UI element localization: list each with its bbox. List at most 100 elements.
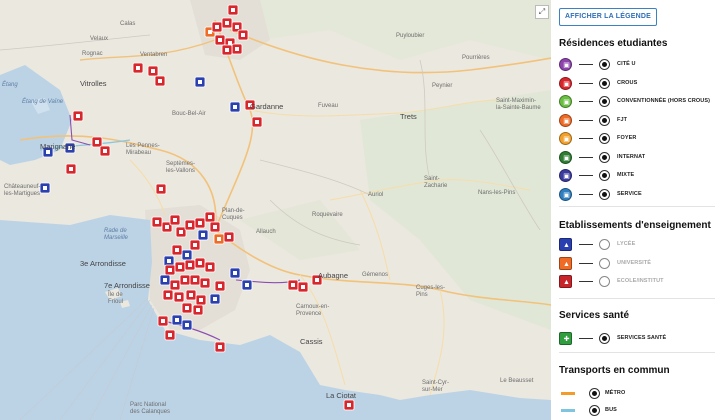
map-marker-icon[interactable] [162, 289, 174, 301]
map-marker-icon[interactable] [181, 319, 193, 331]
map-marker-icon[interactable] [174, 261, 186, 273]
legend-row-lyc-e[interactable]: ▲ LYCÉE [559, 238, 719, 252]
map-marker-icon[interactable] [157, 315, 169, 327]
layer-toggle-radio[interactable] [599, 333, 610, 344]
map-marker-icon[interactable] [214, 341, 226, 353]
building-icon: ▣ [559, 132, 572, 145]
layer-toggle-radio[interactable] [599, 170, 610, 181]
legend-row-internat[interactable]: ▣ INTERNAT [559, 150, 719, 165]
map-marker-icon[interactable] [287, 279, 299, 291]
layer-toggle-radio[interactable] [599, 239, 610, 250]
map-marker-icon[interactable] [221, 17, 233, 29]
legend-row-crous[interactable]: ▣ CROUS [559, 76, 719, 91]
legend-row-foyer[interactable]: ▣ FOYER [559, 132, 719, 146]
map-marker-icon[interactable] [154, 75, 166, 87]
map-marker-icon[interactable] [297, 281, 309, 293]
map-marker-icon[interactable] [204, 211, 216, 223]
map-marker-icon[interactable] [155, 183, 167, 195]
layer-toggle-radio[interactable] [599, 151, 610, 163]
layer-toggle-radio[interactable] [599, 96, 610, 107]
map-marker-icon[interactable] [184, 259, 196, 271]
legend-panel: AFFICHER LA LÉGENDE Résidences etudiante… [551, 0, 721, 420]
map-marker-icon[interactable] [195, 294, 207, 306]
map-marker-icon[interactable] [204, 261, 216, 273]
map-marker-icon[interactable] [159, 274, 171, 286]
legend-row-ecole-institut[interactable]: ▲ ECOLE/INSTITUT [559, 275, 719, 289]
map-marker-icon[interactable] [197, 229, 209, 241]
map-marker-icon[interactable] [173, 291, 185, 303]
map-base-layer[interactable] [0, 0, 551, 420]
legend-row-mixte[interactable]: ▣ MIXTE [559, 169, 719, 183]
map-marker-icon[interactable] [171, 244, 183, 256]
sante-title: Services santé [559, 310, 630, 321]
map-marker-icon[interactable] [221, 44, 233, 56]
layer-toggle-radio[interactable] [599, 133, 610, 144]
map-marker-icon[interactable] [343, 399, 355, 411]
map-marker-icon[interactable] [169, 279, 181, 291]
layer-toggle-radio[interactable] [599, 257, 610, 269]
map-marker-icon[interactable] [163, 255, 175, 267]
map-marker-icon[interactable] [189, 239, 201, 251]
map-marker-icon[interactable] [181, 249, 193, 261]
map-marker-icon[interactable] [194, 76, 206, 88]
legend-row-universit-[interactable]: ▲ UNIVERSITÉ [559, 256, 719, 271]
layer-toggle-radio[interactable] [599, 276, 610, 287]
legend-row-bus[interactable]: BUS [559, 404, 719, 418]
map-marker-icon[interactable] [99, 145, 111, 157]
map-marker-icon[interactable] [171, 314, 183, 326]
layer-toggle-radio[interactable] [599, 59, 610, 70]
layer-toggle-radio[interactable] [599, 114, 610, 126]
map-marker-icon[interactable] [185, 289, 197, 301]
map-marker-icon[interactable] [251, 116, 263, 128]
map-marker-icon[interactable] [194, 257, 206, 269]
layer-toggle-radio[interactable] [589, 388, 600, 399]
map-marker-icon[interactable] [231, 43, 243, 55]
legend-row-conventionn-e-hors-crous-[interactable]: ▣ CONVENTIONNÉE (HORS CROUS) [559, 95, 719, 109]
map-marker-icon[interactable] [211, 21, 223, 33]
map-marker-icon[interactable] [179, 274, 191, 286]
map-marker-icon[interactable] [164, 329, 176, 341]
map-marker-icon[interactable] [65, 163, 77, 175]
place-label: 3e Arrondisse [80, 259, 126, 268]
map-marker-icon[interactable] [39, 182, 51, 194]
map-marker-icon[interactable] [229, 267, 241, 279]
map-marker-icon[interactable] [209, 293, 221, 305]
map-marker-icon[interactable] [199, 277, 211, 289]
map-marker-icon[interactable] [194, 217, 206, 229]
map-marker-icon[interactable] [189, 274, 201, 286]
expand-map-icon[interactable]: ⤢ [535, 5, 549, 19]
layer-toggle-radio[interactable] [589, 405, 600, 416]
map-marker-icon[interactable] [227, 4, 239, 16]
legend-row-service[interactable]: ▣ SERVICE [559, 187, 719, 202]
map-marker-icon[interactable] [147, 65, 159, 77]
place-label: Plan-de- Cuques [222, 208, 245, 221]
show-legend-button[interactable]: AFFICHER LA LÉGENDE [559, 8, 657, 26]
map-marker-icon[interactable] [229, 101, 241, 113]
map-marker-icon[interactable] [237, 29, 249, 41]
medical-cross-icon: ✚ [559, 332, 572, 345]
legend-row-services-sant-[interactable]: ✚ SERVICES SANTÉ [559, 332, 719, 346]
map-marker-icon[interactable] [164, 264, 176, 276]
map-canvas[interactable]: Calas Vitrolles Marignane Les Pennes- Mirab… [0, 0, 551, 420]
place-label: Trets [400, 112, 417, 121]
map-marker-icon[interactable] [214, 34, 226, 46]
map-marker-icon[interactable] [91, 136, 103, 148]
map-marker-icon[interactable] [214, 280, 226, 292]
map-marker-icon[interactable] [209, 221, 221, 233]
map-marker-icon[interactable] [151, 216, 163, 228]
map-marker-icon[interactable] [192, 304, 204, 316]
legend-row-fjt[interactable]: ▣ FJT [559, 113, 719, 128]
map-marker-icon[interactable] [175, 226, 187, 238]
legend-row-m-tro[interactable]: MÉTRO [559, 387, 719, 401]
map-marker-icon[interactable] [72, 110, 84, 122]
map-marker-icon[interactable] [181, 302, 193, 314]
legend-row-cit-u[interactable]: ▣ CITÉ U [559, 58, 719, 72]
map-marker-icon[interactable] [184, 219, 196, 231]
map-marker-icon[interactable] [132, 62, 144, 74]
map-marker-icon[interactable] [169, 214, 181, 226]
layer-toggle-radio[interactable] [599, 77, 610, 89]
layer-toggle-radio[interactable] [599, 188, 610, 200]
map-marker-icon[interactable] [213, 233, 225, 245]
map-marker-icon[interactable] [241, 279, 253, 291]
map-marker-icon[interactable] [223, 231, 235, 243]
